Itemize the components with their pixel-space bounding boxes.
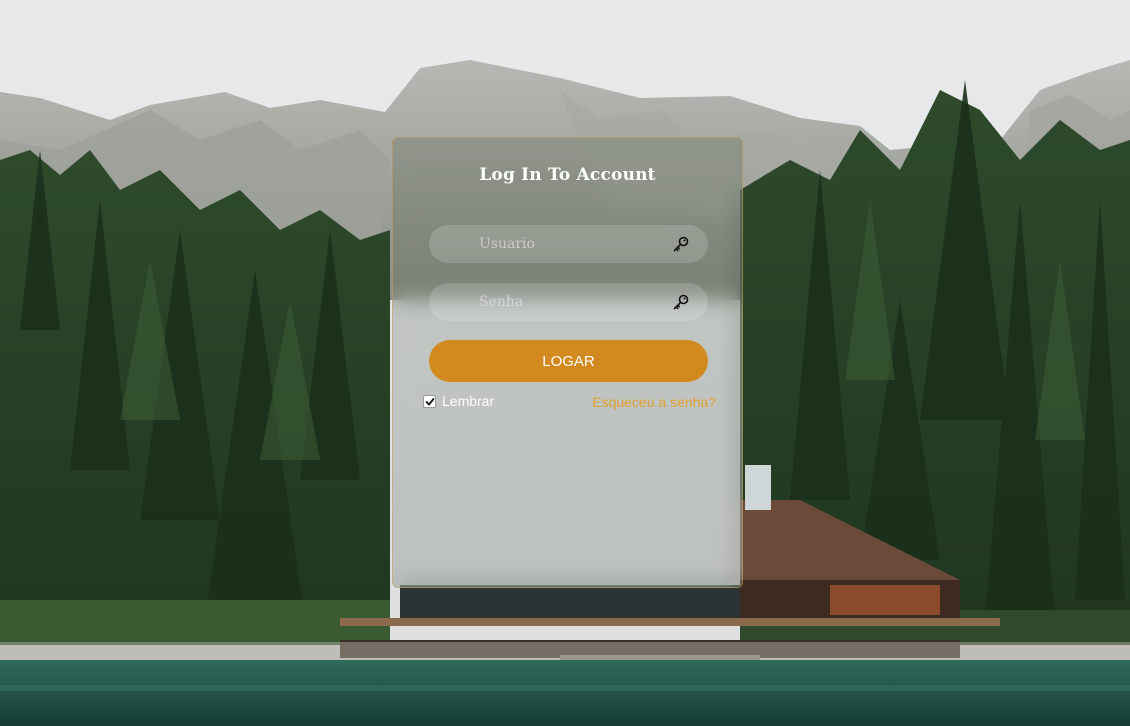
key-icon bbox=[673, 294, 689, 310]
key-icon bbox=[673, 236, 689, 252]
username-field[interactable] bbox=[429, 225, 708, 263]
checkbox-checked-icon[interactable] bbox=[423, 394, 436, 408]
login-button[interactable]: LOGAR bbox=[429, 340, 708, 382]
password-input[interactable] bbox=[429, 283, 708, 321]
username-input[interactable] bbox=[429, 225, 708, 263]
forgot-password-link[interactable]: Esqueceu a senha? bbox=[592, 394, 716, 410]
password-field[interactable] bbox=[429, 283, 708, 321]
login-title: Log In To Account bbox=[479, 165, 656, 185]
login-card: Log In To Account LOGAR Lembrar Esqueceu… bbox=[392, 137, 743, 588]
remember-label: Lembrar bbox=[442, 393, 495, 409]
remember-checkbox[interactable]: Lembrar bbox=[423, 393, 494, 409]
